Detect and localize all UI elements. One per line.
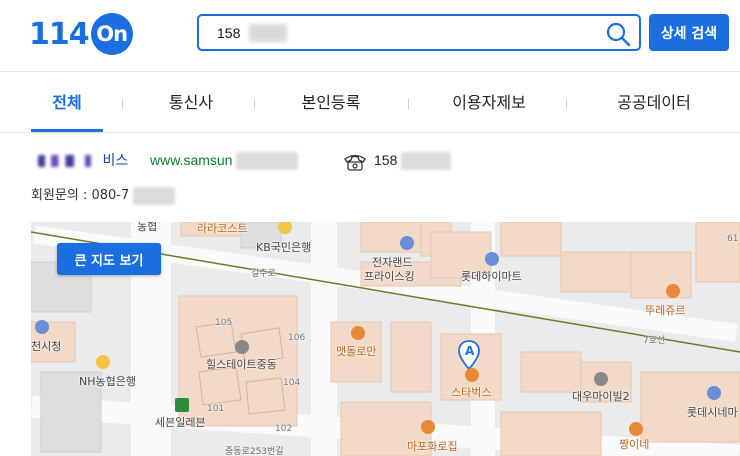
map-label-kb-bank: KB국민은행 <box>256 241 312 254</box>
map-poi-bank-icon <box>96 355 110 369</box>
business-phone-text: 158 <box>374 152 398 168</box>
map-label-bldg-102: 102 <box>275 424 293 434</box>
tab-divider <box>566 99 567 109</box>
business-name[interactable]: 비스 <box>38 150 128 170</box>
map-poi-apartment-icon <box>235 340 249 354</box>
map-label-bldg-105: 105 <box>215 318 233 328</box>
map-label-bldg-61: 61 <box>727 234 739 244</box>
map-poi-bakery-icon <box>666 284 680 298</box>
tab-public-data[interactable]: 공공데이터 <box>605 73 703 133</box>
map-label-seven-eleven: 세븐일레븐 <box>155 416 206 429</box>
map-label-bldg-106: 106 <box>288 333 306 343</box>
member-contact: 회원문의 : 080-7 <box>31 184 176 205</box>
search-icon[interactable] <box>605 21 631 47</box>
map-label-nonghyup: 농협 <box>137 222 158 233</box>
logo-114on[interactable]: 114 On <box>29 12 133 56</box>
map-label-jjang: 짱이네 <box>619 438 650 451</box>
business-name-suffix: 비스 <box>102 153 129 169</box>
tab-user-report[interactable]: 이용자제보 <box>440 73 538 133</box>
active-tab-indicator <box>31 129 103 132</box>
business-phone[interactable]: 158 <box>374 152 452 171</box>
tab-carrier[interactable]: 통신사 <box>150 73 232 133</box>
result-card: 비스 www.samsun 158 회원문의 : 080-7 <box>0 134 740 222</box>
business-url-text: www.samsun <box>150 152 233 168</box>
map-poi-shopping-icon <box>400 236 414 250</box>
map-label-city-hall: 천시청 <box>31 340 62 353</box>
map-label-nh-bank: NH농협은행 <box>79 375 136 388</box>
logo-number: 114 <box>29 16 90 52</box>
logo-on-badge: On <box>90 13 133 55</box>
member-contact-redacted <box>133 186 176 205</box>
map-label-bldg-101: 101 <box>207 404 225 414</box>
map-label-bldg-104: 104 <box>283 378 301 388</box>
map-view[interactable]: 큰 지도 보기 농협 라라코스트 KB국민은행 길주로 전자랜드 프라이스킹 롯… <box>31 222 740 456</box>
map-poi-restaurant-icon <box>351 326 365 340</box>
map-poi-shopping-icon <box>485 252 499 266</box>
map-label-price-king: 프라이스킹 <box>364 270 415 283</box>
map-label-tous-les-jours: 뚜레쥬르 <box>645 304 686 317</box>
member-contact-text: 회원문의 : 080-7 <box>31 188 130 203</box>
map-label-daewoo-mall: 대우마이빌2 <box>572 390 630 403</box>
map-label-road-jungdong: 중동로253번길 <box>225 447 284 456</box>
business-url[interactable]: www.samsun <box>150 152 299 171</box>
business-name-redacted <box>38 155 98 167</box>
big-map-button[interactable]: 큰 지도 보기 <box>57 243 161 275</box>
map-poi-cinema-icon <box>707 386 721 400</box>
telephone-icon <box>344 154 366 171</box>
map-poi-cafe-icon <box>465 368 479 382</box>
tab-self-registered[interactable]: 본인등록 <box>290 73 372 133</box>
map-poi-convenience-store-icon <box>175 398 189 412</box>
map-label-laracoste: 라라코스트 <box>197 222 248 235</box>
map-poi-building-icon <box>594 372 608 386</box>
map-label-lotte-cinema: 롯데시네마 <box>687 406 738 419</box>
map-label-mapo: 마포화로집 <box>407 440 458 453</box>
tab-all[interactable]: 전체 <box>31 73 103 133</box>
business-phone-redacted <box>401 152 452 171</box>
map-label-lotte-himart: 롯데하이마트 <box>461 270 522 283</box>
tab-divider <box>122 99 123 109</box>
detail-search-button[interactable]: 상세 검색 <box>649 14 729 51</box>
map-label-starbucks: 스타벅스 <box>451 386 492 399</box>
map-poi-government-icon <box>35 320 49 334</box>
search-value-redacted <box>249 24 287 42</box>
map-label-maetdol: 맷돌로만 <box>336 345 377 358</box>
category-tabs: 전체 통신사 본인등록 이용자제보 공공데이터 <box>0 73 740 133</box>
map-label-line-7: 7호선 <box>643 336 666 346</box>
map-poi-restaurant-icon <box>421 420 435 434</box>
search-box <box>197 14 641 51</box>
map-label-road-giljuro: 길주로 <box>251 269 276 279</box>
business-url-redacted <box>236 152 299 171</box>
tab-divider <box>408 99 409 109</box>
tab-divider <box>254 99 255 109</box>
map-poi-restaurant-icon <box>629 422 643 436</box>
map-label-hills-state: 힐스테이트중동 <box>206 358 277 371</box>
header: 114 On 상세 검색 <box>0 0 740 72</box>
location-marker-letter: A <box>465 344 475 358</box>
